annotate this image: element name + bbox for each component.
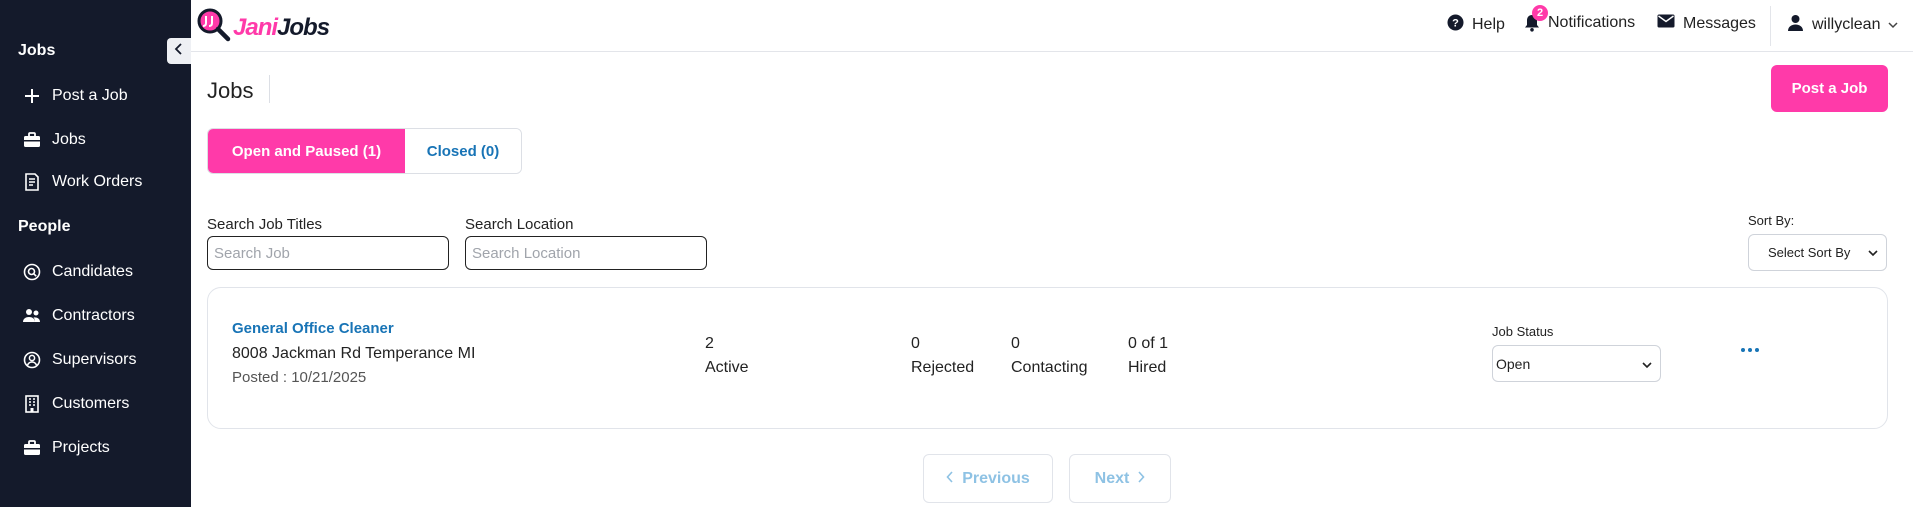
help-label: Help [1472,16,1505,33]
logo[interactable]: JaniJobs [195,6,330,49]
chevron-down-icon [1642,356,1652,372]
stat-contacting-label: Contacting [1011,359,1088,376]
messages-label: Messages [1683,14,1756,32]
plus-icon [22,86,42,106]
sidebar-item-supervisors[interactable]: Supervisors [22,350,136,370]
job-title-link[interactable]: General Office Cleaner [232,320,394,337]
more-dot [1755,348,1759,352]
chevron-left-icon [174,42,184,60]
magnifier-logo-icon [195,6,233,49]
stat-rejected[interactable]: 0 Rejected [911,332,974,380]
sidebar-item-label: Supervisors [52,351,137,368]
next-page-button[interactable]: Next [1069,454,1171,503]
page-title: Jobs [207,78,254,103]
sidebar-item-label: Jobs [52,131,86,148]
sidebar-item-label: Candidates [52,263,133,280]
stat-active-label: Active [705,359,749,376]
next-label: Next [1094,469,1130,487]
job-card: General Office Cleaner 8008 Jackman Rd T… [207,287,1888,429]
envelope-icon [1657,14,1675,33]
stat-contacting[interactable]: 0 Contacting [1011,332,1088,380]
notifications-link[interactable]: 2 Notifications [1524,5,1636,32]
sort-by-value: Select Sort By [1768,245,1851,260]
stat-rejected-label: Rejected [911,359,975,376]
stat-active-value: 2 [705,335,714,352]
sidebar-item-label: Work Orders [52,173,143,190]
tab-open-and-paused[interactable]: Open and Paused (1) [208,129,405,173]
sidebar-item-label: Customers [52,395,130,412]
messages-link[interactable]: Messages [1657,14,1756,33]
sidebar-item-label: Contractors [52,307,135,324]
username-label: willyclean [1812,16,1881,33]
sidebar-item-candidates[interactable]: Candidates [22,262,133,282]
job-status-label: Job Status [1492,324,1554,339]
search-circle-icon [22,262,42,282]
briefcase-icon [22,130,42,150]
stat-rejected-value: 0 [911,335,920,352]
stat-hired-label: Hired [1128,359,1167,376]
user-circle-icon [22,350,42,370]
sidebar-item-contractors[interactable]: Contractors [22,306,135,326]
previous-label: Previous [962,469,1030,487]
briefcase-icon [22,438,42,458]
job-posted-date: Posted : 10/21/2025 [232,369,367,386]
stat-contacting-value: 0 [1011,335,1020,352]
search-location-input[interactable] [465,236,707,270]
post-a-job-button[interactable]: Post a Job [1771,65,1888,112]
more-dot [1748,348,1752,352]
chevron-down-icon [1868,245,1878,260]
search-job-titles-label: Search Job Titles [207,216,323,233]
bell-icon: 2 [1524,5,1548,32]
sort-by-label: Sort By: [1748,213,1795,228]
sidebar-item-customers[interactable]: Customers [22,394,129,414]
more-dot [1741,348,1745,352]
collapse-sidebar-button[interactable] [167,38,191,64]
more-options-icon[interactable] [1736,340,1764,360]
sidebar-section-people: People [18,218,71,235]
sidebar-item-post-a-job[interactable]: Post a Job [22,86,128,106]
help-icon: ? [1447,14,1464,36]
chevron-left-icon [946,470,954,488]
sidebar-item-jobs[interactable]: Jobs [22,130,86,150]
sidebar-item-work-orders[interactable]: Work Orders [22,172,142,192]
help-link[interactable]: ? Help [1447,14,1505,36]
sort-by-select[interactable]: Select Sort By [1748,234,1887,271]
user-menu[interactable]: willyclean [1787,14,1898,36]
document-icon [22,172,42,192]
job-status-value: Open [1496,355,1531,372]
previous-page-button[interactable]: Previous [923,454,1053,503]
chevron-right-icon [1137,470,1145,488]
sidebar-item-label: Projects [52,439,110,456]
logo-text-jobs: Jobs [277,13,330,41]
title-separator [269,75,270,103]
sidebar-item-projects[interactable]: Projects [22,438,110,458]
logo-text-jani: Jani [233,13,278,41]
header-divider [1770,6,1771,46]
sidebar-item-label: Post a Job [52,87,128,104]
user-icon [1787,14,1804,36]
search-location-label: Search Location [465,216,574,233]
tab-closed[interactable]: Closed (0) [405,129,521,173]
sidebar: Jobs Post a Job Jobs Work Orders People [0,0,191,507]
job-address: 8008 Jackman Rd Temperance MI [232,345,476,362]
search-job-input[interactable] [207,236,449,270]
stat-hired[interactable]: 0 of 1 Hired [1128,332,1168,380]
top-bar: JaniJobs ? Help 2 Notifications Messages [191,0,1913,52]
job-tabs: Open and Paused (1) Closed (0) [207,128,522,174]
notification-count-badge: 2 [1532,5,1548,21]
sidebar-section-jobs: Jobs [18,42,56,59]
app-root: Jobs Post a Job Jobs Work Orders People [0,0,1913,507]
building-icon [22,394,42,414]
chevron-down-icon [1888,16,1898,34]
logo-text: JaniJobs [233,13,330,42]
stat-active[interactable]: 2 Active [705,332,749,380]
job-status-select[interactable]: Open [1492,345,1661,382]
users-icon [22,306,42,326]
svg-text:?: ? [1452,18,1459,30]
notifications-label: Notifications [1548,14,1636,31]
stat-hired-value: 0 of 1 [1128,335,1169,352]
